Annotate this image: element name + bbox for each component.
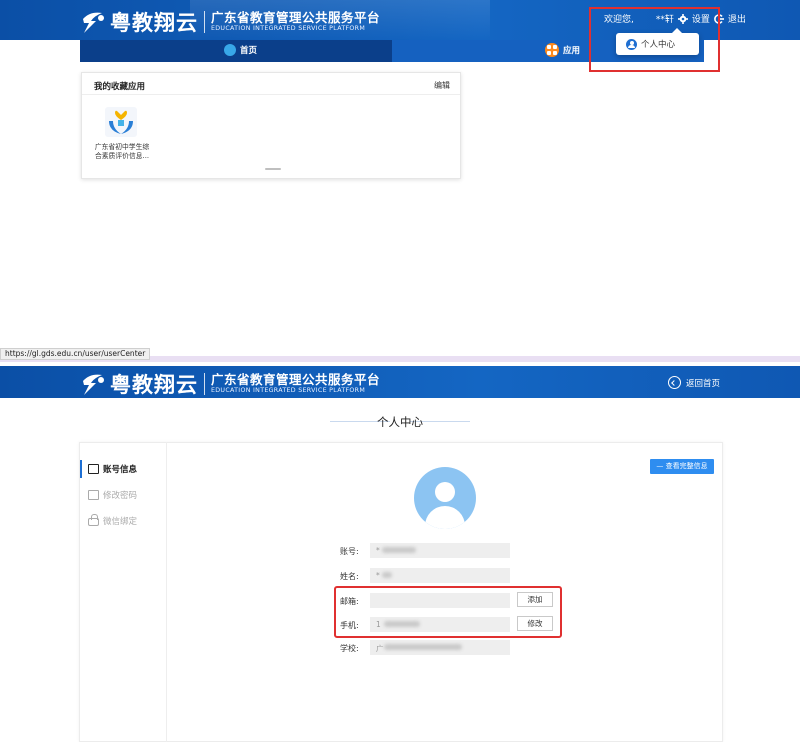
logo-name: 粤教翔云: [110, 11, 198, 35]
logout-link[interactable]: 退出: [728, 12, 746, 25]
status-bar-url: https://gl.gds.edu.cn/user/userCenter: [0, 348, 151, 360]
app-tile-label[interactable]: 广东省初中学生综合素质评价信息...: [94, 143, 150, 161]
back-arrow-icon: [668, 376, 681, 389]
nav-tab-apps[interactable]: 应用: [545, 43, 580, 57]
logo-icon: [83, 12, 104, 33]
highlight-box-settings: [589, 7, 720, 72]
top-logo[interactable]: 粤教翔云 广东省教育管理公共服务平台 EDUCATION INTEGRATED …: [80, 7, 380, 37]
account-value: *: [376, 546, 380, 555]
user-frame-icon: [88, 490, 99, 500]
name-value: *: [376, 571, 380, 580]
school-redaction: [384, 644, 462, 650]
favorites-title: 我的收藏应用: [94, 82, 146, 92]
apps-grid-icon: [545, 43, 559, 57]
nav-tab-home[interactable]: 首页: [224, 44, 257, 56]
account-label: 账号:: [340, 547, 359, 556]
logo-icon: [83, 374, 104, 395]
home-icon: [224, 44, 236, 56]
user-center-sidebar: [79, 442, 167, 742]
logo-name: 粤教翔云: [110, 373, 198, 397]
logo-subtitle: EDUCATION INTEGRATED SERVICE PLATFORM: [211, 387, 366, 395]
page-title: 个人中心: [377, 415, 423, 429]
bottom-logo[interactable]: 粤教翔云 广东省教育管理公共服务平台 EDUCATION INTEGRATED …: [80, 369, 380, 399]
lock-icon: [88, 514, 99, 526]
sidebar-item-label: 修改密码: [103, 491, 138, 501]
logo-title: 广东省教育管理公共服务平台: [211, 371, 381, 387]
name-redaction: [382, 572, 392, 578]
sidebar-item-label: 账号信息: [103, 465, 138, 475]
logo-title: 广东省教育管理公共服务平台: [211, 9, 381, 25]
sidebar-active-indicator: [80, 460, 82, 478]
favorites-card-header: 我的收藏应用 编辑: [82, 73, 460, 95]
sidebar-item-label: 微信绑定: [103, 517, 138, 527]
pagination-indicator[interactable]: [265, 168, 281, 170]
avatar[interactable]: [414, 467, 476, 529]
view-full-info-button[interactable]: — 查看完整信息: [650, 459, 714, 474]
nav-tab-home-label: 首页: [240, 46, 258, 56]
nav-tab-apps-label: 应用: [563, 46, 581, 56]
sidebar-item-change-password[interactable]: 修改密码: [88, 489, 137, 501]
logo-subtitle: EDUCATION INTEGRATED SERVICE PLATFORM: [211, 25, 366, 33]
sidebar-item-account-info[interactable]: 账号信息: [88, 463, 137, 475]
favorites-card: 我的收藏应用 编辑 广东省初中学生综合素质评价信息...: [81, 72, 461, 179]
school-label: 学校:: [340, 644, 359, 653]
composite-screenshot: 粤教翔云 广东省教育管理公共服务平台 EDUCATION INTEGRATED …: [0, 0, 800, 742]
back-home-button[interactable]: 返回首页: [668, 376, 720, 389]
hands-heart-icon: [109, 110, 133, 134]
highlight-box-email-phone: [334, 586, 562, 638]
id-card-icon: [88, 464, 99, 474]
name-label: 姓名:: [340, 572, 359, 581]
favorites-edit-link[interactable]: 编辑: [434, 80, 450, 91]
account-redaction: [382, 547, 416, 553]
back-home-label: 返回首页: [686, 378, 721, 389]
view-full-info-label: 查看完整信息: [665, 462, 708, 470]
sidebar-item-wechat-binding[interactable]: 微信绑定: [88, 514, 138, 527]
school-value: 广: [376, 644, 384, 653]
app-tile-icon[interactable]: [105, 107, 137, 137]
